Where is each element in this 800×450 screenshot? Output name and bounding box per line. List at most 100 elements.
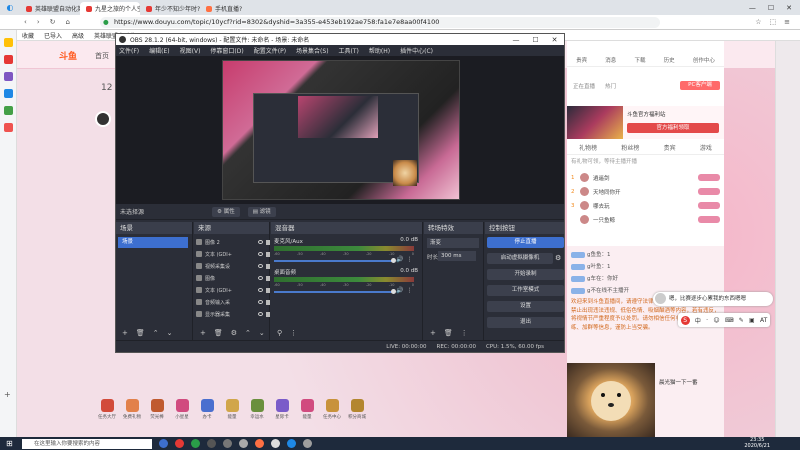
obs-maximize-button[interactable]: ☐ (532, 36, 538, 44)
nav-creator[interactable]: 创作中心 (693, 56, 715, 64)
obs-close-button[interactable]: ✕ (552, 36, 558, 44)
eye-icon[interactable] (258, 252, 263, 256)
pc-client-button[interactable]: PC客户端 (680, 81, 720, 90)
duration-input[interactable]: 300 ms (438, 251, 476, 261)
stop-streaming-button[interactable]: 停止直播 (487, 237, 564, 248)
tab-game[interactable]: 游戏 (700, 143, 712, 154)
taskbar-app-icon[interactable] (255, 439, 264, 448)
browser-tab[interactable]: 年少不知少年时? (140, 2, 200, 15)
obs-preview[interactable] (116, 56, 564, 204)
sidebar-app-icon[interactable] (3, 72, 13, 81)
gift-item[interactable]: 免费礼物 (122, 399, 142, 420)
exit-button[interactable]: 退出 (487, 317, 564, 328)
browser-tab[interactable]: 手机直播? (200, 2, 248, 15)
minimize-button[interactable]: — (749, 4, 756, 12)
gift-item[interactable]: 幸运水 (247, 399, 267, 420)
source-item[interactable]: 显示器采集 (196, 309, 272, 319)
taskbar-app-icon[interactable] (303, 439, 312, 448)
promo-button[interactable]: 官方福利领取 (627, 123, 719, 133)
ime-handwrite-icon[interactable]: ✎ (739, 317, 744, 324)
lock-icon[interactable] (266, 239, 270, 245)
lock-icon[interactable] (266, 251, 270, 257)
eye-icon[interactable] (258, 300, 263, 304)
gift-item[interactable]: 荧光棒 (147, 399, 167, 420)
taskbar-app-icon[interactable] (159, 439, 168, 448)
browser-logo-icon[interactable]: ◐ (0, 1, 20, 14)
trash-icon[interactable]: 🗑 (214, 329, 223, 337)
forward-icon[interactable]: › (37, 18, 40, 26)
more-icon[interactable]: ⋮ (461, 329, 468, 337)
gift-item[interactable]: 任务中心 (322, 399, 342, 420)
volume-slider[interactable] (274, 258, 396, 263)
promo-banner[interactable]: 斗鱼官方福利站 官方福利领取 (567, 106, 724, 139)
eye-icon[interactable] (258, 264, 263, 268)
tab-gift-rank[interactable]: 礼物榜 (579, 143, 597, 154)
taskbar-app-icon[interactable] (207, 439, 216, 448)
gift-item[interactable]: 小星星 (172, 399, 192, 420)
nav-download[interactable]: 下载 (634, 56, 645, 64)
menu-edit[interactable]: 编辑(E) (149, 46, 169, 55)
more-icon[interactable]: ⋮ (406, 256, 412, 263)
sidebar-star-icon[interactable] (3, 38, 13, 47)
bookmark-item[interactable]: 高级 (72, 31, 84, 40)
bookmark-item[interactable]: 已导入 (44, 31, 62, 40)
trash-icon[interactable]: 🗑 (136, 329, 145, 337)
start-virtualcam-button[interactable]: 启动虚拟摄像机 (487, 253, 553, 264)
sidebar-add-icon[interactable]: + (4, 390, 11, 399)
ime-ai-icon[interactable]: AT (760, 317, 767, 324)
ime-emoji-icon[interactable]: ☺ (713, 317, 719, 324)
gift-item[interactable]: 能量 (222, 399, 242, 420)
ime-keyboard-icon[interactable]: ⌨ (725, 317, 734, 324)
trash-icon[interactable]: 🗑 (444, 329, 453, 337)
eye-icon[interactable] (258, 288, 263, 292)
star-icon[interactable]: ☆ (755, 18, 761, 26)
eye-icon[interactable] (258, 240, 263, 244)
volume-slider[interactable] (274, 289, 396, 294)
eye-icon[interactable] (258, 276, 263, 280)
add-icon[interactable]: + (430, 329, 436, 337)
windows-start-icon[interactable]: ⊞ (6, 439, 13, 448)
taskbar-app-icon[interactable] (223, 439, 232, 448)
gift-item[interactable]: 积分商城 (347, 399, 367, 420)
ime-skin-icon[interactable]: ▣ (749, 317, 755, 324)
source-item[interactable]: 视频采集设 (196, 261, 272, 271)
browser-tab[interactable]: 英雄联盟自动化英雄网… (20, 2, 80, 15)
back-icon[interactable]: ‹ (24, 18, 27, 26)
start-recording-button[interactable]: 开始录制 (487, 269, 564, 280)
source-item[interactable]: 音频输入采 (196, 297, 272, 307)
reload-icon[interactable]: ↻ (50, 18, 56, 26)
rank-row[interactable]: 1 逍遥剑 (567, 171, 724, 184)
douyu-logo[interactable]: 斗鱼 (59, 49, 77, 62)
ime-punct-toggle[interactable]: · (706, 317, 708, 324)
extension-icon[interactable]: ⬚ (770, 18, 777, 26)
ime-logo-icon[interactable]: S (680, 315, 690, 325)
nav-vip[interactable]: 贵宾 (576, 56, 587, 64)
filters-button[interactable]: ▤ 滤镜 (247, 206, 276, 217)
menu-icon[interactable]: ≡ (784, 18, 790, 26)
bookmark-item[interactable]: 收藏 (22, 31, 34, 40)
lock-icon[interactable] (266, 287, 270, 293)
lock-icon[interactable] (266, 275, 270, 281)
taskbar-app-icon[interactable] (191, 439, 200, 448)
transition-select[interactable]: 渐变 (427, 238, 479, 248)
menu-docks[interactable]: 停靠窗口(D) (210, 46, 243, 55)
ime-lang-toggle[interactable]: 中 (695, 316, 701, 325)
obs-minimize-button[interactable]: — (512, 36, 519, 44)
virtualcam-settings-icon[interactable]: ⚙ (555, 254, 561, 262)
add-icon[interactable]: + (200, 329, 206, 337)
sidebar-app-icon[interactable] (3, 89, 13, 98)
taskbar-app-icon[interactable] (271, 439, 280, 448)
down-icon[interactable]: ⌄ (259, 329, 265, 337)
taskbar-search[interactable]: 在这里输入你要搜索的内容 (22, 438, 152, 449)
system-clock[interactable]: 23:35 2020/6/21 (744, 437, 770, 449)
link-icon[interactable]: ⚲ (277, 329, 282, 337)
source-item[interactable]: 文本 (GDI+ (196, 249, 272, 259)
tab-vip[interactable]: 贵宾 (664, 143, 676, 154)
taskbar-app-icon[interactable] (239, 439, 248, 448)
lock-icon[interactable] (266, 299, 270, 305)
url-input[interactable]: ● https://www.douyu.com/topic/10ycf?rid=… (100, 16, 660, 28)
more-icon[interactable]: ⋮ (406, 287, 412, 294)
down-icon[interactable]: ⌄ (167, 329, 173, 337)
menu-file[interactable]: 文件(F) (119, 46, 139, 55)
up-icon[interactable]: ⌃ (245, 329, 251, 337)
